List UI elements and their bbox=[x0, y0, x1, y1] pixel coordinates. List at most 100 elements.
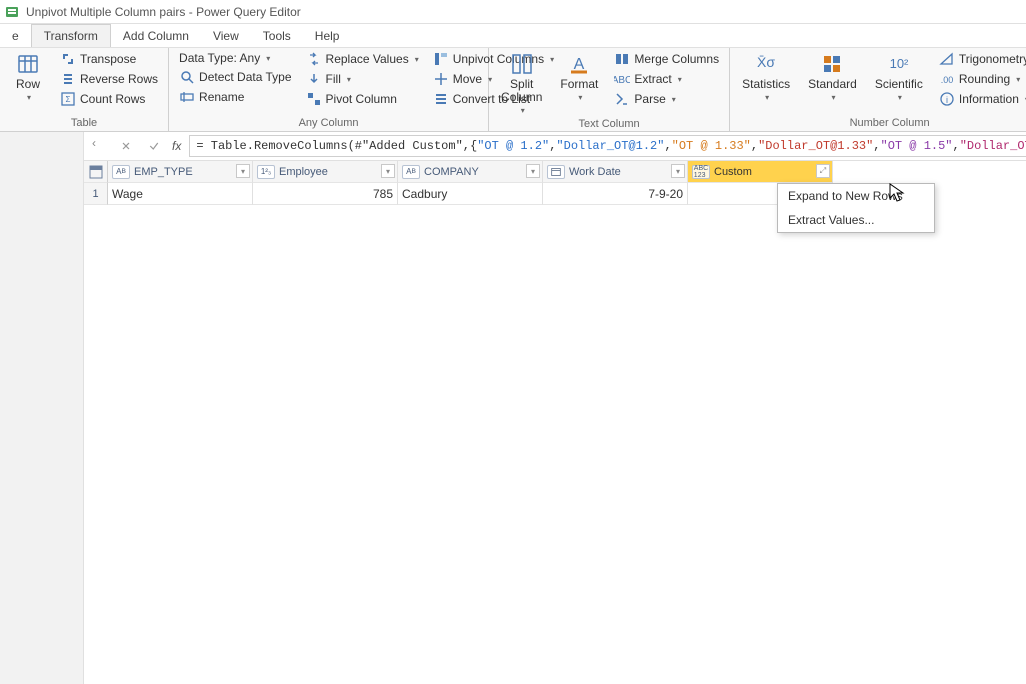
transpose-icon bbox=[60, 51, 76, 67]
row-number[interactable]: 1 bbox=[84, 183, 108, 205]
formula-accept-button[interactable] bbox=[144, 136, 164, 156]
table-icon bbox=[16, 52, 40, 76]
trigonometry-button[interactable]: Trigonometry ▾ bbox=[935, 50, 1026, 68]
col-header-custom[interactable]: ABC123 Custom ⤢ bbox=[688, 161, 833, 183]
ribbon: Row ▾ Transpose Reverse Rows Σ Count Row… bbox=[0, 48, 1026, 132]
filter-icon[interactable]: ▾ bbox=[381, 164, 395, 178]
ribbon-group-anycol: Data Type: Any ▾ Detect Data Type Rename… bbox=[169, 48, 489, 131]
type-number-icon: 1²₃ bbox=[257, 165, 275, 179]
formula-cancel-button[interactable] bbox=[116, 136, 136, 156]
filter-icon[interactable]: ▾ bbox=[236, 164, 250, 178]
cell-employee[interactable]: 785 bbox=[253, 183, 398, 205]
transpose-button[interactable]: Transpose bbox=[56, 50, 162, 68]
collapse-handle[interactable]: ‹ bbox=[92, 136, 96, 150]
extract-label: Extract bbox=[634, 72, 671, 86]
format-icon: A bbox=[567, 52, 591, 76]
col-header-emp-type[interactable]: AB EMP_TYPE ▾ bbox=[108, 161, 253, 183]
statistics-label: Statistics bbox=[742, 78, 790, 91]
rounding-icon: .00 bbox=[939, 71, 955, 87]
formula-s3: "OT @ 1.33" bbox=[672, 139, 751, 153]
detect-icon bbox=[179, 69, 195, 85]
work-area: ‹ fx = Table.RemoveColumns(#"Added Custo… bbox=[0, 132, 1026, 684]
detect-data-type-button[interactable]: Detect Data Type bbox=[175, 68, 296, 86]
col-header-employee[interactable]: 1²₃ Employee ▾ bbox=[253, 161, 398, 183]
col-label: Custom bbox=[714, 166, 752, 178]
grid-wrap: ‹ fx = Table.RemoveColumns(#"Added Custo… bbox=[84, 132, 1026, 684]
split-column-button[interactable]: Split Column ▾ bbox=[495, 50, 548, 117]
reverse-icon bbox=[60, 71, 76, 87]
move-label: Move bbox=[453, 72, 482, 86]
scientific-button[interactable]: 10² Scientific ▾ bbox=[869, 50, 929, 104]
rename-button[interactable]: Rename bbox=[175, 88, 296, 106]
filter-icon[interactable]: ▾ bbox=[671, 164, 685, 178]
merge-icon bbox=[614, 51, 630, 67]
chevron-down-icon: ▾ bbox=[831, 93, 835, 102]
statistics-button[interactable]: X̄σ Statistics ▾ bbox=[736, 50, 796, 104]
replace-values-button[interactable]: Replace Values ▾ bbox=[302, 50, 423, 68]
menu-view[interactable]: View bbox=[201, 24, 251, 47]
fx-icon[interactable]: fx bbox=[172, 139, 181, 153]
parse-button[interactable]: Parse ▾ bbox=[610, 90, 723, 108]
type-text-icon: AB bbox=[112, 165, 130, 179]
reverse-rows-button[interactable]: Reverse Rows bbox=[56, 70, 162, 88]
rounding-label: Rounding bbox=[959, 72, 1010, 86]
menu-tools[interactable]: Tools bbox=[251, 24, 303, 47]
col-header-work-date[interactable]: Work Date ▾ bbox=[543, 161, 688, 183]
menu-help[interactable]: Help bbox=[303, 24, 352, 47]
app-icon bbox=[4, 4, 20, 20]
svg-text:ABC: ABC bbox=[614, 75, 630, 86]
reverse-label: Reverse Rows bbox=[80, 72, 158, 86]
svg-text:.00: .00 bbox=[941, 75, 954, 85]
chevron-down-icon: ▾ bbox=[672, 95, 676, 104]
format-button[interactable]: A Format ▾ bbox=[554, 50, 604, 104]
move-icon bbox=[433, 71, 449, 87]
info-label: Information bbox=[959, 92, 1019, 106]
chevron-down-icon: ▾ bbox=[678, 75, 682, 84]
pivot-column-button[interactable]: Pivot Column bbox=[302, 90, 423, 108]
info-icon: i bbox=[939, 91, 955, 107]
data-type-button[interactable]: Data Type: Any ▾ bbox=[175, 50, 296, 66]
svg-text:Σ: Σ bbox=[66, 95, 71, 104]
extract-button[interactable]: ABC Extract ▾ bbox=[610, 70, 723, 88]
filter-icon[interactable]: ▾ bbox=[526, 164, 540, 178]
select-all-corner[interactable] bbox=[84, 161, 108, 183]
information-button[interactable]: i Information ▾ bbox=[935, 90, 1026, 108]
rounding-button[interactable]: .00 Rounding ▾ bbox=[935, 70, 1026, 88]
formula-prefix: = Table.RemoveColumns(#"Added Custom",{ bbox=[196, 139, 477, 153]
use-first-row-button[interactable]: Row ▾ bbox=[6, 50, 50, 104]
count-label: Count Rows bbox=[80, 92, 145, 106]
menu-home[interactable]: e bbox=[0, 24, 31, 47]
fill-icon bbox=[306, 71, 322, 87]
cell-emp-type[interactable]: Wage bbox=[108, 183, 253, 205]
row-label: Row bbox=[16, 78, 40, 91]
cell-work-date[interactable]: 7-9-20 bbox=[543, 183, 688, 205]
parse-label: Parse bbox=[634, 92, 665, 106]
standard-button[interactable]: Standard ▾ bbox=[802, 50, 863, 104]
parse-icon bbox=[614, 91, 630, 107]
col-header-company[interactable]: AB COMPANY ▾ bbox=[398, 161, 543, 183]
count-rows-button[interactable]: Σ Count Rows bbox=[56, 90, 162, 108]
formula-bar[interactable]: = Table.RemoveColumns(#"Added Custom",{ … bbox=[189, 135, 1026, 157]
chevron-down-icon: ▾ bbox=[266, 54, 270, 63]
fill-button[interactable]: Fill ▾ bbox=[302, 70, 423, 88]
chevron-down-icon: ▾ bbox=[765, 93, 769, 102]
ribbon-group-numcol: X̄σ Statistics ▾ Standard ▾ 10² Scientif… bbox=[730, 48, 1026, 131]
col-label: Employee bbox=[279, 166, 328, 178]
formula-s1: "OT @ 1.2" bbox=[477, 139, 549, 153]
menu-transform[interactable]: Transform bbox=[31, 24, 111, 47]
chevron-down-icon: ▾ bbox=[1016, 75, 1020, 84]
rename-label: Rename bbox=[199, 90, 244, 104]
trig-icon bbox=[939, 51, 955, 67]
detect-label: Detect Data Type bbox=[199, 70, 292, 84]
svg-text:A: A bbox=[574, 56, 585, 73]
list-icon bbox=[433, 91, 449, 107]
cell-company[interactable]: Cadbury bbox=[398, 183, 543, 205]
formula-s6: "Dollar_OT@1.5" bbox=[960, 139, 1026, 153]
expand-to-new-rows-item[interactable]: Expand to New Rows bbox=[778, 184, 934, 208]
standard-label: Standard bbox=[808, 78, 857, 91]
menu-add-column[interactable]: Add Column bbox=[111, 24, 201, 47]
chevron-down-icon: ▾ bbox=[578, 93, 582, 102]
expand-icon[interactable]: ⤢ bbox=[816, 164, 830, 178]
extract-values-item[interactable]: Extract Values... bbox=[778, 208, 934, 232]
merge-columns-button[interactable]: Merge Columns bbox=[610, 50, 723, 68]
